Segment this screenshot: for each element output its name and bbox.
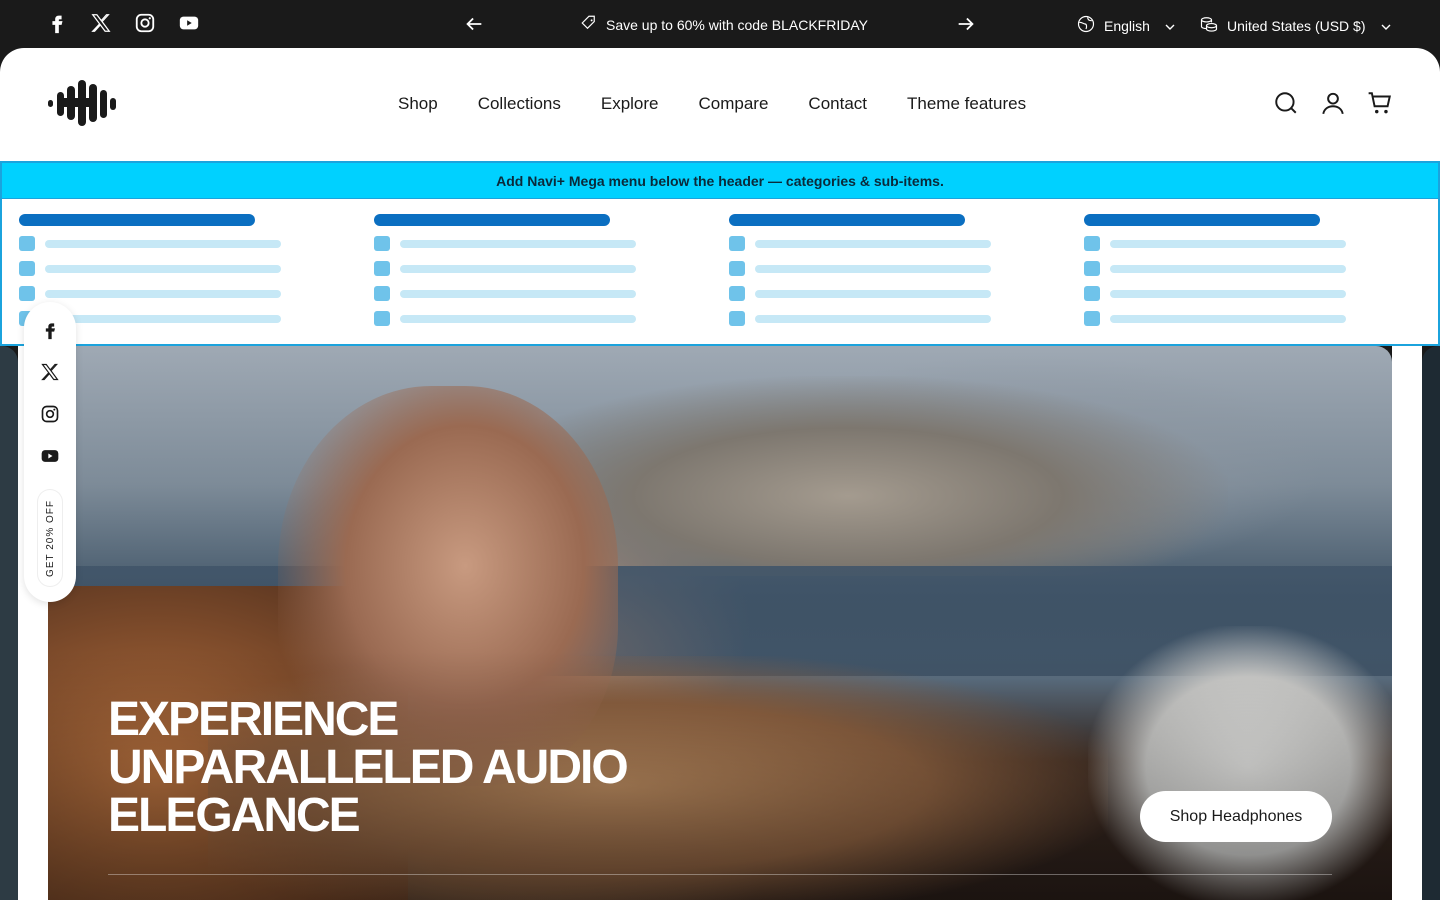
mega-column-heading xyxy=(1084,214,1320,226)
currency-label: United States (USD $) xyxy=(1227,17,1366,34)
mega-column-item xyxy=(729,261,1029,276)
mega-column-item xyxy=(1084,286,1384,301)
currency-icon xyxy=(1199,14,1219,37)
mega-column xyxy=(1084,214,1384,326)
mega-column-item xyxy=(19,236,319,251)
chevron-down-icon xyxy=(1164,20,1176,32)
account-icon[interactable] xyxy=(1320,90,1346,121)
mega-column xyxy=(374,214,674,326)
currency-selector[interactable]: United States (USD $) xyxy=(1199,14,1392,37)
hero-divider xyxy=(108,874,1332,875)
mega-column-item xyxy=(19,286,319,301)
mega-menu-placeholder: Add Navi+ Mega menu below the header — c… xyxy=(0,161,1440,346)
main-nav: Shop Collections Explore Compare Contact… xyxy=(398,94,1026,114)
nav-shop[interactable]: Shop xyxy=(398,94,438,114)
discount-tab[interactable]: GET 20% OFF xyxy=(38,490,62,586)
slideshow-prev-peek xyxy=(0,346,18,900)
mega-column-item xyxy=(1084,236,1384,251)
language-selector[interactable]: English xyxy=(1076,14,1176,37)
floating-social-bar: GET 20% OFF xyxy=(24,302,76,602)
hero-slide: EXPERIENCE UNPARALLELED AUDIO ELEGANCE S… xyxy=(48,346,1392,900)
mega-column-item xyxy=(374,261,674,276)
announcement-text: Save up to 60% with code BLACKFRIDAY xyxy=(606,16,868,33)
globe-icon xyxy=(1076,14,1096,37)
mega-menu-columns xyxy=(19,214,1439,334)
search-icon[interactable] xyxy=(1273,90,1299,121)
slideshow-next-peek xyxy=(1422,346,1440,900)
instagram-icon[interactable] xyxy=(40,404,60,424)
mega-column-item xyxy=(374,311,674,326)
mega-column-heading xyxy=(374,214,610,226)
nav-theme-features[interactable]: Theme features xyxy=(907,94,1026,114)
mega-column-item xyxy=(1084,311,1384,326)
nav-contact[interactable]: Contact xyxy=(808,94,867,114)
mega-column-item xyxy=(729,236,1029,251)
announcement: Save up to 60% with code BLACKFRIDAY xyxy=(580,14,868,35)
mega-column-heading xyxy=(19,214,255,226)
youtube-icon[interactable] xyxy=(178,12,200,34)
mega-column-item xyxy=(729,286,1029,301)
mega-column-item xyxy=(729,311,1029,326)
nav-explore[interactable]: Explore xyxy=(601,94,659,114)
announcement-bar: Save up to 60% with code BLACKFRIDAY Eng… xyxy=(0,0,1440,48)
x-icon[interactable] xyxy=(90,12,112,34)
instagram-icon[interactable] xyxy=(134,12,156,34)
page-gutter xyxy=(1392,346,1422,900)
mega-column-item xyxy=(1084,261,1384,276)
tag-icon xyxy=(580,14,598,35)
arrow-right-icon[interactable] xyxy=(955,13,977,35)
topbar-socials xyxy=(46,12,200,34)
youtube-icon[interactable] xyxy=(40,446,60,466)
nav-compare[interactable]: Compare xyxy=(699,94,769,114)
mega-menu-banner: Add Navi+ Mega menu below the header — c… xyxy=(2,163,1438,199)
discount-tab-label: GET 20% OFF xyxy=(44,499,56,577)
mega-column-item xyxy=(374,236,674,251)
mega-column xyxy=(729,214,1029,326)
shop-headphones-button[interactable]: Shop Headphones xyxy=(1140,791,1332,842)
chevron-down-icon xyxy=(1380,20,1392,32)
hero-title: EXPERIENCE UNPARALLELED AUDIO ELEGANCE xyxy=(108,693,629,842)
nav-collections[interactable]: Collections xyxy=(478,94,561,114)
mega-column-item xyxy=(374,286,674,301)
facebook-icon[interactable] xyxy=(46,12,68,34)
mega-column-item xyxy=(19,261,319,276)
arrow-left-icon[interactable] xyxy=(463,13,485,35)
language-label: English xyxy=(1104,17,1150,34)
store-logo[interactable] xyxy=(48,80,118,130)
facebook-icon[interactable] xyxy=(40,320,60,340)
site-header: Shop Collections Explore Compare Contact… xyxy=(0,48,1440,161)
mega-column-heading xyxy=(729,214,965,226)
cart-icon[interactable] xyxy=(1367,90,1393,121)
x-icon[interactable] xyxy=(40,362,60,382)
